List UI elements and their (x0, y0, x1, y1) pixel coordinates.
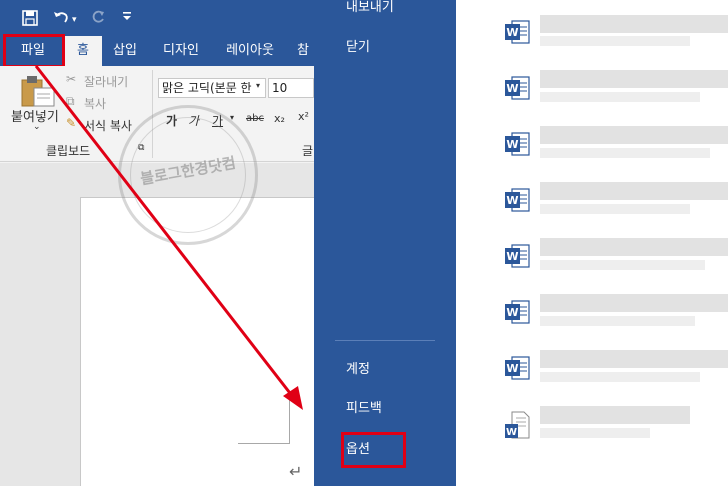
backstage-item-feedback[interactable]: 피드백 (346, 401, 382, 417)
copy-icon: ⧉ (66, 94, 75, 108)
recent-doc-path (540, 316, 695, 326)
subscript-button[interactable]: x₂ (274, 112, 285, 125)
customize-qat-icon[interactable] (122, 10, 132, 29)
undo-icon[interactable] (52, 9, 70, 29)
recent-doc-path (540, 260, 705, 270)
recent-doc-title[interactable] (540, 126, 728, 144)
recent-doc-title[interactable] (540, 70, 728, 88)
title-bar (0, 0, 314, 36)
tab-insert[interactable]: 삽입 (104, 36, 146, 66)
svg-text:W: W (506, 138, 518, 151)
recent-doc-title[interactable] (540, 294, 728, 312)
font-size-select[interactable]: 10 (268, 78, 314, 98)
svg-text:W: W (506, 82, 518, 95)
undo-dropdown-icon[interactable]: ▾ (72, 11, 77, 29)
word-doc-icon[interactable]: W (504, 186, 530, 214)
redo-icon[interactable] (90, 9, 106, 29)
font-name-dropdown-icon[interactable]: ▾ (256, 81, 260, 90)
recent-doc-path (540, 36, 690, 46)
font-name-select[interactable]: 맑은 고딕(본문 한 (158, 78, 266, 98)
tab-design[interactable]: 디자인 (152, 36, 210, 66)
tab-home[interactable]: 홈 (64, 36, 102, 66)
word-doc-icon[interactable]: W (504, 130, 530, 158)
paragraph-mark-icon: ↵ (289, 462, 303, 481)
svg-text:W: W (506, 26, 518, 39)
recent-doc-title[interactable] (540, 238, 728, 256)
copy-button[interactable]: 복사 (84, 95, 106, 112)
svg-text:W: W (506, 427, 517, 438)
paste-dropdown-icon[interactable]: ⌄ (33, 122, 41, 132)
recent-doc-path (540, 148, 710, 158)
file-tab-highlight (3, 34, 65, 68)
word-doc-icon[interactable]: W (504, 74, 530, 102)
recent-doc-title[interactable] (540, 15, 728, 33)
strikethrough-button[interactable]: abc (246, 113, 264, 124)
cut-button[interactable]: 잘라내기 (84, 73, 128, 90)
format-painter-icon: ✎ (66, 116, 77, 130)
backstage-item-account[interactable]: 계정 (346, 362, 370, 378)
options-highlight (341, 432, 406, 468)
font-group-label: 글 (302, 144, 314, 158)
recent-doc-path (540, 372, 700, 382)
word-doc-icon[interactable]: W (504, 242, 530, 270)
tab-references[interactable]: 참 (292, 36, 314, 66)
word-doc-icon[interactable]: W (504, 298, 530, 326)
backstage-divider (335, 340, 435, 341)
backstage-item-close[interactable]: 닫기 (346, 40, 370, 56)
word-doc-icon[interactable]: W (504, 18, 530, 46)
word-doc-icon[interactable]: W (504, 354, 530, 382)
svg-text:W: W (506, 362, 518, 375)
recent-doc-title[interactable] (540, 406, 690, 424)
tab-layout[interactable]: 레이아웃 (214, 36, 286, 66)
word-template-icon[interactable]: W (504, 410, 530, 439)
svg-text:W: W (506, 250, 518, 263)
recent-doc-title[interactable] (540, 182, 728, 200)
cut-icon: ✂ (66, 72, 77, 86)
recent-doc-path (540, 204, 690, 214)
clipboard-group-label: 클립보드 (46, 144, 91, 158)
margin-mark (238, 443, 289, 444)
format-painter-button[interactable]: 서식 복사 (84, 117, 132, 134)
recent-doc-path (540, 92, 700, 102)
backstage-item-export[interactable]: 내보내기 (346, 0, 394, 16)
backstage-menu (314, 0, 456, 486)
superscript-button[interactable]: x² (298, 110, 309, 123)
svg-text:W: W (506, 306, 518, 319)
recent-doc-title[interactable] (540, 350, 728, 368)
margin-mark (289, 400, 290, 444)
save-icon[interactable] (22, 10, 38, 30)
recent-doc-path (540, 428, 650, 438)
svg-text:W: W (506, 194, 518, 207)
